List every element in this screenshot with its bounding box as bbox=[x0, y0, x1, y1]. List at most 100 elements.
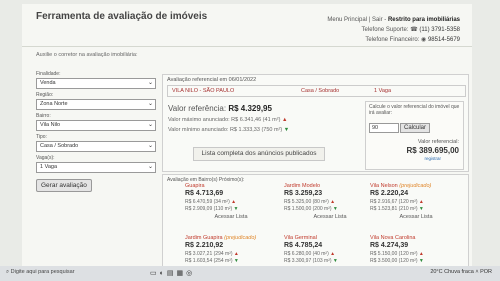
neighborhood-value: R$ 3.259,23 bbox=[284, 190, 323, 197]
valor-referencia: Valor referência: R$ 4.329,95 bbox=[168, 104, 272, 113]
header-contact: Menu Principal | Sair - Restrito para im… bbox=[327, 15, 460, 45]
location-vagas: 1 Vaga bbox=[374, 88, 392, 94]
vagas-label: Vaga(s): bbox=[36, 155, 55, 161]
acessar-lista-link[interactable]: Acessar Lista bbox=[185, 214, 277, 220]
neighborhood-name[interactable]: Vila Germinal bbox=[284, 235, 376, 241]
chevron-up-icon[interactable]: ˄ bbox=[475, 269, 478, 275]
neighborhood-value: R$ 4.785,24 bbox=[284, 242, 323, 249]
support-label: Telefone Suporte: bbox=[361, 27, 409, 33]
location-tipo: Casa / Sobrado bbox=[301, 88, 340, 94]
neighborhood-range: R$ 6.470,59 (34 m²) ▲ R$ 2.909,09 (110 m²… bbox=[185, 199, 239, 212]
neighborhood-range: R$ 5.150,00 (120 m²) ▲ R$ 3.500,00 (120 m… bbox=[370, 251, 424, 264]
registrar-link[interactable]: registrar bbox=[424, 156, 441, 161]
arrow-down-icon: ▼ bbox=[233, 205, 239, 212]
arrow-up-icon: ▲ bbox=[231, 199, 237, 205]
finance-label: Telefone Financeiro: bbox=[365, 37, 420, 43]
neighborhood-value: R$ 4.713,69 bbox=[185, 190, 224, 197]
neighborhood-value: R$ 4.274,39 bbox=[370, 242, 409, 249]
finalidade-value: Venda bbox=[40, 80, 56, 86]
neighborhoods-panel: Avaliação em Bairro(s) Próximo(s): Guapi… bbox=[162, 174, 469, 272]
neighborhood-name[interactable]: Jardim Modelo bbox=[284, 183, 376, 189]
valor-maximo: Valor máximo anunciado: R$ 6.341,46 (41 … bbox=[168, 117, 287, 123]
neighborhood-card: Vila Nelson (prejudicado) R$ 2.220,24 R$ 2… bbox=[370, 183, 462, 223]
area-input[interactable]: 90 bbox=[369, 123, 399, 133]
arrow-up-icon: ▲ bbox=[418, 251, 424, 257]
system-tray: 20°C Chuva fraca ˄ POR bbox=[430, 269, 492, 275]
arrow-up-icon: ▲ bbox=[233, 251, 239, 257]
search-icon: ⌕ bbox=[6, 269, 10, 275]
arrow-down-icon: ▼ bbox=[418, 257, 424, 264]
vagas-value: 1 Vaga bbox=[40, 164, 58, 170]
arrow-down-icon: ▼ bbox=[233, 257, 239, 264]
arrow-up-icon: ▲ bbox=[418, 199, 424, 205]
chrome-icon[interactable]: ◎ bbox=[186, 270, 195, 277]
arrow-down-icon: ▼ bbox=[418, 205, 424, 212]
arrow-down-icon: ▼ bbox=[332, 257, 338, 264]
neighborhood-card: Guapira R$ 4.713,69 R$ 6.470,59 (34 m²) ▲… bbox=[185, 183, 277, 223]
finalidade-select[interactable]: Venda ⌄ bbox=[36, 78, 156, 89]
valor-referencial-value: R$ 389.695,00 bbox=[406, 146, 460, 155]
finance-phone: 98514-5679 bbox=[427, 37, 460, 43]
acessar-lista-link[interactable]: Acessar Lista bbox=[370, 214, 462, 220]
evaluation-form: Finalidade: Venda ⌄ Região: Zona Norte ⌄ B… bbox=[36, 68, 156, 192]
subtitle: Auxilie o corretor na avaliação imobiliá… bbox=[36, 52, 138, 58]
calcular-button[interactable]: Calcular bbox=[400, 123, 431, 133]
tipo-label: Tipo: bbox=[36, 134, 47, 140]
gerar-avaliacao-button[interactable]: Gerar avaliação bbox=[36, 179, 92, 192]
reference-date: Avaliação referencial em 06/01/2022 bbox=[167, 77, 257, 83]
valor-minimo-text: Valor mínimo anunciado: R$ 1.333,33 (750… bbox=[168, 127, 283, 133]
arrow-down-icon: ▼ bbox=[283, 127, 290, 133]
bairro-select[interactable]: Vila Nilo ⌄ bbox=[36, 120, 156, 131]
phone-icon: ☎ bbox=[410, 27, 418, 33]
weather-text[interactable]: 20°C Chuva fraca bbox=[430, 269, 473, 275]
nav-restricted: Restrito para imobiliárias bbox=[387, 17, 460, 23]
support-phone: (11) 3791-5358 bbox=[419, 27, 460, 33]
location-bairro: VILA NILO - SÃO PAULO bbox=[172, 88, 235, 94]
regiao-select[interactable]: Zona Norte ⌄ bbox=[36, 99, 156, 110]
neighborhood-range: R$ 5.325,00 (80 m²) ▲ R$ 1.500,00 (200 m²… bbox=[284, 199, 338, 212]
valor-maximo-text: Valor máximo anunciado: R$ 6.341,46 (41 … bbox=[168, 117, 281, 123]
valor-referencial-label: Valor referencial: bbox=[417, 139, 459, 145]
chevron-down-icon: ⌄ bbox=[147, 164, 153, 170]
taskbar-search[interactable]: ⌕ Digite aqui para pesquisar bbox=[6, 269, 75, 276]
vagas-select[interactable]: 1 Vaga ⌄ bbox=[36, 162, 156, 173]
bairro-label: Bairro: bbox=[36, 113, 51, 119]
calculator-text: Calcule o valor referencial do imóvel qu… bbox=[369, 104, 460, 116]
store-icon[interactable]: ▦ bbox=[176, 270, 186, 277]
neighborhood-name[interactable]: Jardim Guapira (prejudicado) bbox=[185, 235, 277, 241]
page-container: Ferramenta de avaliação de imóveis Menu … bbox=[22, 4, 472, 272]
bairro-value: Vila Nilo bbox=[40, 122, 61, 128]
neighborhood-name[interactable]: Guapira bbox=[185, 183, 277, 189]
regiao-value: Zona Norte bbox=[40, 101, 68, 107]
edge-icon[interactable]: ◐ bbox=[160, 270, 167, 277]
taskbar: ⌕ Digite aqui para pesquisar ▭◐▤▦◎ 20°C … bbox=[0, 266, 500, 281]
tipo-select[interactable]: Casa / Sobrado ⌄ bbox=[36, 141, 156, 152]
neighborhood-value: R$ 2.210,92 bbox=[185, 242, 224, 249]
support-phone-line: Telefone Suporte: ☎ (11) 3791-5358 bbox=[327, 25, 460, 35]
valor-referencia-label: Valor referência: bbox=[168, 104, 227, 113]
acessar-lista-link[interactable]: Acessar Lista bbox=[284, 214, 376, 220]
header: Ferramenta de avaliação de imóveis Menu … bbox=[22, 4, 472, 47]
neighborhood-card: Jardim Modelo R$ 3.259,23 R$ 5.325,00 (80… bbox=[284, 183, 376, 223]
location-bar: VILA NILO - SÃO PAULO Casa / Sobrado 1 V… bbox=[167, 85, 466, 97]
task-view-icon[interactable]: ▭ bbox=[150, 270, 160, 277]
arrow-up-icon: ▲ bbox=[330, 199, 336, 205]
lista-anuncios-button[interactable]: Lista completa dos anúncios publicados bbox=[193, 147, 325, 161]
taskbar-apps: ▭◐▤▦◎ bbox=[150, 269, 195, 277]
nav-links[interactable]: Menu Principal | Sair - bbox=[327, 17, 388, 23]
neighborhood-name[interactable]: Vila Nova Carolina bbox=[370, 235, 462, 241]
arrow-down-icon: ▼ bbox=[332, 205, 338, 212]
reference-panel: Avaliação referencial em 06/01/2022 VILA… bbox=[162, 74, 469, 172]
neighborhood-range: R$ 6.280,00 (40 m²) ▲ R$ 3.300,97 (103 m²… bbox=[284, 251, 338, 264]
arrow-up-icon: ▲ bbox=[281, 117, 288, 123]
search-placeholder: Digite aqui para pesquisar bbox=[10, 269, 75, 275]
neighborhood-value: R$ 2.220,24 bbox=[370, 190, 409, 197]
neighborhood-range: R$ 3.027,21 (294 m²) ▲ R$ 1.603,54 (254 m… bbox=[185, 251, 239, 264]
neighborhood-name[interactable]: Vila Nelson (prejudicado) bbox=[370, 183, 462, 189]
page-title: Ferramenta de avaliação de imóveis bbox=[36, 11, 208, 22]
chevron-down-icon: ⌄ bbox=[147, 101, 153, 107]
top-nav[interactable]: Menu Principal | Sair - Restrito para im… bbox=[327, 15, 460, 25]
lang-indicator[interactable]: POR bbox=[480, 269, 492, 275]
finalidade-label: Finalidade: bbox=[36, 71, 61, 77]
valor-referencia-value: R$ 4.329,95 bbox=[228, 104, 272, 113]
